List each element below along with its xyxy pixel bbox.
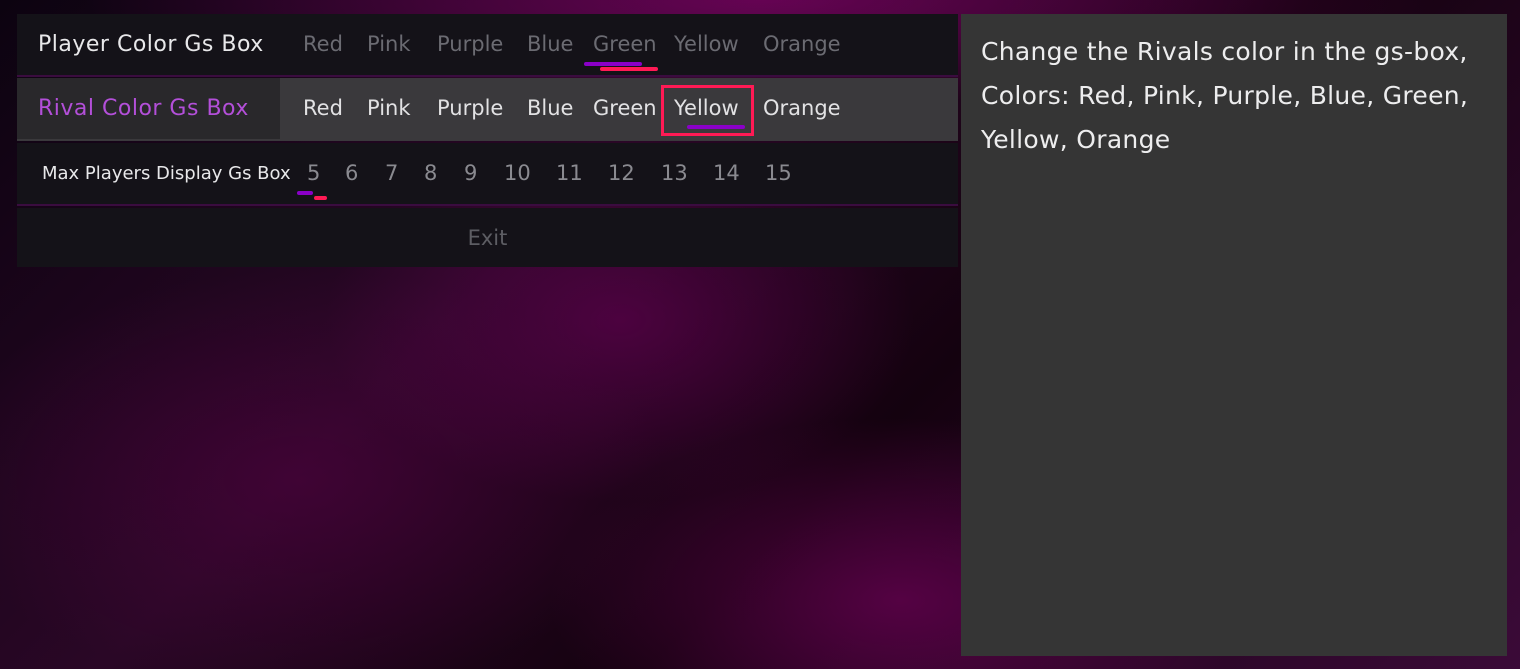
rival-color-option-purple[interactable]: Purple (437, 91, 503, 125)
max-players-option-7[interactable]: 7 (385, 156, 398, 190)
player-color-row[interactable]: Player Color Gs Box Red Pink Purple Blue… (17, 14, 958, 77)
description-text: Change the Rivals color in the gs-box, C… (981, 37, 1469, 154)
player-color-option-purple[interactable]: Purple (437, 27, 503, 61)
rival-color-label: Rival Color Gs Box (17, 78, 280, 139)
player-color-option-red[interactable]: Red (303, 27, 343, 61)
max-players-option-13[interactable]: 13 (661, 156, 688, 190)
max-players-option-11[interactable]: 11 (556, 156, 583, 190)
player-color-option-yellow[interactable]: Yellow (674, 27, 739, 61)
player-color-option-green[interactable]: Green (593, 27, 657, 61)
max-players-option-15[interactable]: 15 (765, 156, 792, 190)
max-players-option-6[interactable]: 6 (345, 156, 358, 190)
max-players-option-5[interactable]: 5 (307, 156, 320, 190)
max-players-current-underline (297, 191, 313, 195)
rival-color-current-underline (687, 125, 745, 129)
max-players-option-10[interactable]: 10 (504, 156, 531, 190)
player-color-current-underline (584, 62, 642, 66)
rival-color-option-pink[interactable]: Pink (367, 91, 411, 125)
player-color-selected-underline (600, 67, 658, 71)
player-color-label: Player Color Gs Box (38, 32, 264, 57)
max-players-row[interactable]: Max Players Display Gs Box 5 6 7 8 9 10 … (17, 143, 958, 206)
exit-button[interactable]: Exit (17, 208, 958, 267)
player-color-option-blue[interactable]: Blue (527, 27, 573, 61)
player-color-options: Red Pink Purple Blue Green Yellow Orange (281, 14, 958, 75)
player-color-option-pink[interactable]: Pink (367, 27, 411, 61)
rival-color-row[interactable]: Rival Color Gs Box Red Pink Purple Blue … (17, 78, 958, 141)
max-players-options: 5 6 7 8 9 10 11 12 13 14 15 (281, 143, 958, 204)
description-panel: Change the Rivals color in the gs-box, C… (961, 14, 1507, 656)
rival-color-option-orange[interactable]: Orange (763, 91, 841, 125)
rival-color-option-blue[interactable]: Blue (527, 91, 573, 125)
rival-color-options: Red Pink Purple Blue Green Yellow Orange (281, 78, 958, 139)
max-players-option-9[interactable]: 9 (464, 156, 477, 190)
rival-color-option-green[interactable]: Green (593, 91, 657, 125)
max-players-option-8[interactable]: 8 (424, 156, 437, 190)
max-players-selected-underline (314, 196, 327, 200)
max-players-label: Max Players Display Gs Box (42, 163, 291, 184)
player-color-option-orange[interactable]: Orange (763, 27, 841, 61)
max-players-option-12[interactable]: 12 (608, 156, 635, 190)
rival-color-option-red[interactable]: Red (303, 91, 343, 125)
max-players-option-14[interactable]: 14 (713, 156, 740, 190)
